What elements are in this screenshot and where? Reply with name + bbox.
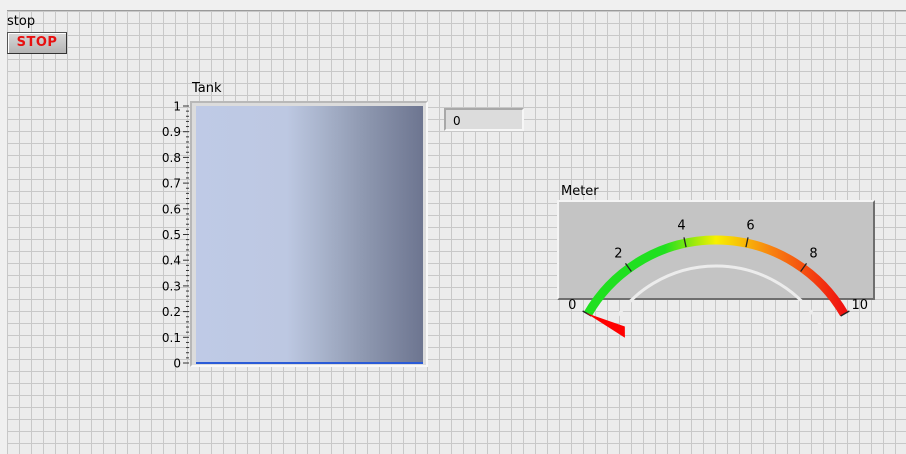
meter-scale-label: 8 (809, 247, 817, 262)
meter-scale-label: 6 (746, 219, 754, 234)
meter-gauge: 0 2 4 6 8 10 (568, 219, 868, 338)
meter-inner-arc (610, 264, 822, 326)
meter-color-band (583, 235, 849, 317)
meter-scale-label: 4 (677, 219, 685, 234)
meter-scale-label: 2 (614, 247, 622, 262)
meter-scale-label: 0 (568, 298, 576, 313)
meter-scale-label: 10 (851, 298, 868, 313)
meter-needle (586, 313, 625, 338)
